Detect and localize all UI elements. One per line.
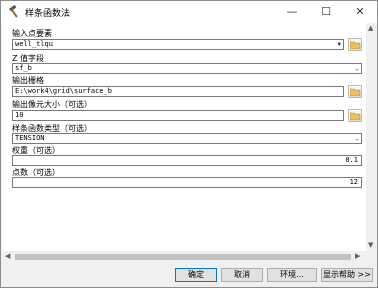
weight-value: 0.1 — [345, 156, 358, 164]
vertical-scrollbar[interactable]: ▲ ▼ — [366, 23, 377, 263]
folder-open-icon — [350, 88, 361, 97]
output-raster-input[interactable]: E:\work4\grid\surface_b — [12, 86, 344, 97]
spline-dialog: 样条函数法 — ☐ ✕ 输入点要素 well_tlqu ▼ Z 值字段 sf_b… — [0, 0, 378, 288]
minimize-button[interactable]: — — [275, 1, 309, 23]
window-title: 样条函数法 — [25, 9, 71, 19]
environments-button[interactable]: 环境... — [267, 268, 317, 282]
z-field-select[interactable]: sf_b ⌄ — [12, 63, 362, 74]
cell-size-input[interactable]: 10 — [12, 110, 344, 121]
show-help-button[interactable]: 显示帮助 >> — [321, 268, 373, 282]
horizontal-scrollbar[interactable]: ◀ ▶ — [2, 251, 366, 263]
scroll-left-icon[interactable]: ◀ — [5, 252, 10, 260]
points-input[interactable]: 12 — [12, 177, 362, 188]
chevron-down-icon: ⌄ — [355, 135, 359, 142]
input-points-label: 输入点要素 — [12, 29, 52, 38]
cell-size-label: 输出像元大小（可选） — [12, 100, 92, 109]
points-value: 12 — [349, 178, 358, 186]
maximize-button[interactable]: ☐ — [309, 1, 343, 23]
weight-input[interactable]: 0.1 — [12, 155, 362, 166]
form-panel: 输入点要素 well_tlqu ▼ Z 值字段 sf_b ⌄ 输出栅格 E:\w… — [2, 23, 366, 263]
chevron-down-icon: ▼ — [337, 41, 341, 48]
ok-button[interactable]: 确定 — [175, 268, 217, 282]
title-bar: 样条函数法 — ☐ ✕ — [1, 1, 377, 23]
scroll-down-icon[interactable]: ▼ — [368, 241, 373, 249]
z-field-value: sf_b — [15, 64, 32, 72]
spline-type-select[interactable]: TENSION ⌄ — [12, 133, 362, 144]
scroll-right-icon[interactable]: ▶ — [355, 252, 360, 260]
output-raster-browse-button[interactable] — [348, 85, 362, 98]
input-points-select[interactable]: well_tlqu ▼ — [12, 39, 344, 50]
input-points-browse-button[interactable] — [348, 38, 362, 51]
folder-open-icon — [350, 112, 361, 121]
scroll-up-icon[interactable]: ▲ — [368, 24, 373, 32]
folder-open-icon — [350, 41, 361, 50]
spline-type-value: TENSION — [15, 134, 45, 142]
cancel-button[interactable]: 取消 — [221, 268, 263, 282]
cell-size-value: 10 — [15, 111, 24, 119]
output-raster-label: 输出栅格 — [12, 76, 44, 85]
chevron-down-icon: ⌄ — [355, 65, 359, 72]
output-raster-value: E:\work4\grid\surface_b — [15, 87, 112, 95]
cell-size-browse-button[interactable] — [348, 109, 362, 122]
input-points-value: well_tlqu — [15, 40, 53, 48]
horizontal-scroll-thumb[interactable] — [15, 254, 351, 260]
hammer-icon — [8, 5, 18, 18]
close-button[interactable]: ✕ — [343, 1, 377, 23]
